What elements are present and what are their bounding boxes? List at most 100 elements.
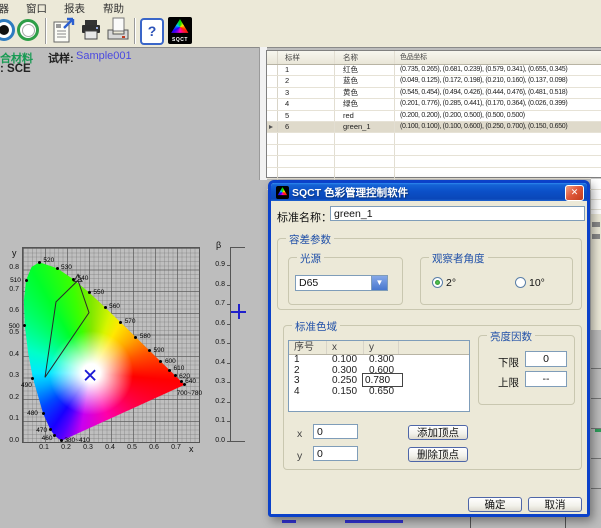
beta-scale: β 0.00.10.20.30.40.50.60.70.80.9: [205, 240, 257, 452]
gamut-table-header: 序号 x y: [289, 341, 469, 355]
beta-axis-line: [230, 247, 231, 442]
measure-sample-icon[interactable]: [17, 19, 39, 41]
beta-tick-mark: [227, 285, 231, 286]
gamut-group-label: 标准色域: [292, 319, 340, 334]
measurement-mode: : SCE: [0, 63, 31, 75]
illuminant-select[interactable]: D65 ▼: [295, 275, 388, 291]
observer-2deg-radio[interactable]: [432, 277, 443, 288]
col-coordinates: 色品坐标: [395, 51, 601, 64]
beta-tick-label: 0.0: [205, 437, 225, 444]
col-name: 名称: [335, 51, 395, 64]
table-row-selected[interactable]: 6green_1(0.100, 0.100), (0.100, 0.600), …: [267, 122, 601, 133]
dialog-title-bar[interactable]: SQCT 色彩管理控制软件 ✕: [271, 183, 587, 201]
tolerance-group-label: 容差参数: [286, 232, 334, 247]
y-tick-label: 0.6: [0, 307, 19, 314]
table-row[interactable]: 3黄色(0.545, 0.454), (0.494, 0.426), (0.44…: [267, 88, 601, 99]
y-tick-label: 0.7: [0, 286, 19, 293]
chevron-down-icon[interactable]: ▼: [371, 276, 387, 290]
standards-table[interactable]: 标样 名称 色品坐标 1红色(0.735, 0.265), (0.681, 0.…: [266, 50, 601, 178]
observer-10deg-radio[interactable]: [515, 277, 526, 288]
beta-tick-mark: [227, 324, 231, 325]
x-tick-label: 0.1: [36, 444, 52, 451]
standard-name-label: 标准名称：: [277, 209, 332, 225]
beta-tick-mark: [227, 343, 231, 344]
beta-tick-mark: [227, 382, 231, 383]
y-tick-label: 0.1: [0, 415, 19, 422]
beta-tick-label: 0.1: [205, 417, 225, 424]
toolbar: ? SQCT: [0, 14, 601, 48]
observer-2deg-label: 2°: [446, 277, 456, 289]
vertex-x-input[interactable]: 0: [313, 424, 358, 439]
y-tick-label: 0.3: [0, 372, 19, 379]
table-row-empty[interactable]: [267, 168, 601, 179]
beta-tick-label: 0.4: [205, 359, 225, 366]
help-icon[interactable]: ?: [140, 18, 164, 45]
current-row-marker: [269, 125, 273, 129]
add-vertex-button[interactable]: 添加顶点: [408, 425, 468, 440]
table-row[interactable]: 4绿色(0.201, 0.776), (0.285, 0.441), (0.17…: [267, 99, 601, 110]
beta-tick-label: 0.8: [205, 281, 225, 288]
dialog-app-icon: [276, 186, 289, 199]
cie-diagram-glyph: [170, 18, 190, 37]
sample-label: 试样:: [48, 50, 74, 66]
observer-10deg-label: 10°: [529, 277, 545, 289]
beta-axis-title: β: [216, 240, 221, 250]
vertex-y-input[interactable]: 0: [313, 446, 358, 461]
vertex-y-label: y: [297, 450, 302, 462]
sqct-logo-icon[interactable]: SQCT: [168, 17, 192, 44]
y-tick-label: 0.0: [0, 437, 19, 444]
vertex-x-label: x: [297, 428, 302, 440]
menu-bar: 仪器 窗口 报表 帮助: [0, 0, 601, 14]
upper-limit-input[interactable]: --: [525, 371, 567, 387]
print-preview-icon[interactable]: [106, 17, 130, 43]
lower-limit-label: 下限: [498, 355, 519, 370]
wavelength-label: 500: [9, 323, 20, 330]
x-tick-label: 0.6: [146, 444, 162, 451]
table-row-empty[interactable]: [267, 145, 601, 156]
table-row[interactable]: 5red(0.200, 0.200), (0.200, 0.500), (0.5…: [267, 111, 601, 122]
tolerance-polygon: [45, 280, 89, 377]
beta-axis-top-cap: [230, 247, 245, 248]
x-tick-label: 0.7: [168, 444, 184, 451]
beta-tick-label: 0.6: [205, 320, 225, 327]
background-table-sliver: [591, 178, 601, 215]
beta-tick-mark: [227, 363, 231, 364]
standard-edit-dialog: SQCT 色彩管理控制软件 ✕ 标准名称： green_1 容差参数 光源 D6…: [268, 180, 590, 517]
col-standard: 标样: [278, 51, 335, 64]
table-row-empty[interactable]: [267, 133, 601, 144]
standard-name-input[interactable]: green_1: [330, 206, 585, 221]
ok-button[interactable]: 确定: [468, 497, 522, 512]
application-window: 仪器 窗口 报表 帮助 ? S: [0, 0, 601, 528]
toolbar-separator: [134, 18, 136, 44]
sqct-logo-text: SQCT: [168, 37, 192, 43]
table-row[interactable]: 2蓝色(0.049, 0.125), (0.172, 0.198), (0.21…: [267, 76, 601, 87]
x-tick-label: 0.4: [102, 444, 118, 451]
y-tick-label: 0.4: [0, 351, 19, 358]
y-value-edit-cell[interactable]: 0.780: [362, 373, 403, 387]
beta-value-marker: [231, 304, 246, 319]
chromaticity-diagram[interactable]: 520530540550560570580590600610620640700~…: [22, 247, 200, 443]
beta-tick-label: 0.2: [205, 398, 225, 405]
measure-standard-icon[interactable]: [0, 19, 15, 41]
radio-selected-dot: [435, 280, 440, 285]
sample-name: Sample001: [76, 50, 132, 62]
gamut-row[interactable]: 40.1500.650: [289, 387, 469, 398]
y-tick-label: 0.5: [0, 329, 19, 336]
gamut-row[interactable]: 10.1000.300: [289, 355, 469, 366]
y-tick-label: 0.8: [0, 264, 19, 271]
report-icon[interactable]: [52, 17, 76, 44]
background-table-strip: [266, 517, 601, 528]
y-axis-title: y: [12, 248, 17, 258]
delete-vertex-button[interactable]: 删除顶点: [408, 447, 468, 462]
close-icon[interactable]: ✕: [565, 185, 584, 201]
lower-limit-input[interactable]: 0: [525, 351, 567, 367]
beta-tick-label: 0.7: [205, 300, 225, 307]
luminance-group-label: 亮度因数: [487, 329, 535, 344]
tolerance-polygon-overlay: [23, 248, 199, 442]
table-row-empty[interactable]: [267, 156, 601, 167]
table-row[interactable]: 1红色(0.735, 0.265), (0.681, 0.239), (0.57…: [267, 65, 601, 76]
x-tick-label: 0.3: [80, 444, 96, 451]
print-icon[interactable]: [79, 18, 103, 42]
background-grid-sliver: [591, 330, 601, 528]
cancel-button[interactable]: 取消: [528, 497, 582, 512]
